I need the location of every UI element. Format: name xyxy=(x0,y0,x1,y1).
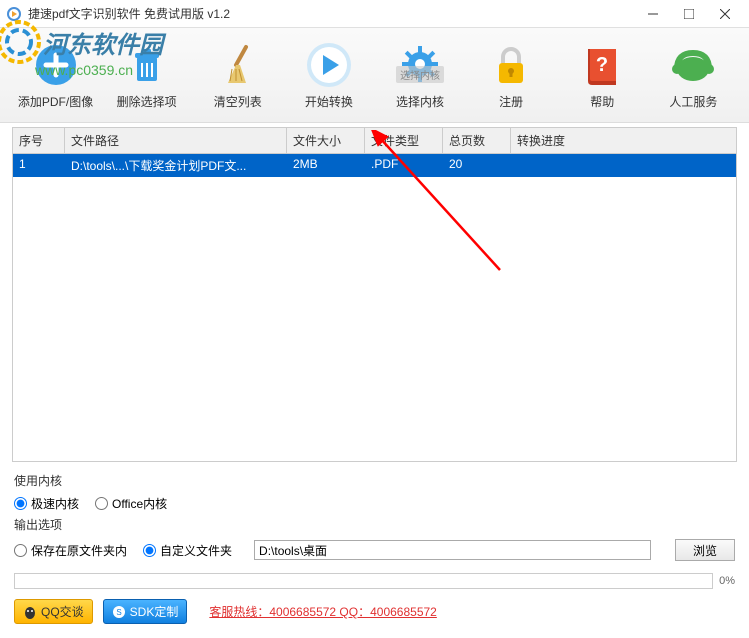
file-table: 序号 文件路径 文件大小 文件类型 总页数 转换进度 1 D:\tools\..… xyxy=(12,127,737,462)
hotline-text[interactable]: 客服热线：4006685572 QQ：4006685572 xyxy=(209,603,436,620)
select-kernel-button[interactable]: 选择内核 选择内核 xyxy=(375,40,465,110)
kernel-title: 使用内核 xyxy=(14,472,735,489)
th-size[interactable]: 文件大小 xyxy=(287,128,365,153)
output-same-radio[interactable]: 保存在原文件夹内 xyxy=(14,542,127,559)
qq-icon xyxy=(23,605,37,619)
progress-bar xyxy=(14,573,713,589)
svg-text:S: S xyxy=(116,608,121,617)
settings-area: 使用内核 极速内核 Office内核 输出选项 保存在原文件夹内 自定义文件夹 xyxy=(0,466,749,569)
bottom-bar: QQ交谈 S SDK定制 客服热线：4006685572 QQ：40066855… xyxy=(0,593,749,630)
window-title: 捷速pdf文字识别软件 免费试用版 v1.2 xyxy=(28,5,635,22)
kernel-office-radio[interactable]: Office内核 xyxy=(95,495,167,512)
output-path-input[interactable] xyxy=(254,540,651,560)
sdk-icon: S xyxy=(112,605,126,619)
th-type[interactable]: 文件类型 xyxy=(365,128,443,153)
th-index[interactable]: 序号 xyxy=(13,128,65,153)
progress-percent: 0% xyxy=(719,575,735,587)
help-button[interactable]: ? 帮助 xyxy=(557,41,647,110)
table-row[interactable]: 1 D:\tools\...\下载奖金计划PDF文... 2MB .PDF 20 xyxy=(13,154,736,177)
close-button[interactable] xyxy=(707,0,743,28)
lock-icon xyxy=(487,41,535,89)
sdk-button[interactable]: S SDK定制 xyxy=(103,599,188,624)
table-header: 序号 文件路径 文件大小 文件类型 总页数 转换进度 xyxy=(13,128,736,154)
start-convert-button[interactable]: 开始转换 xyxy=(284,41,374,110)
output-custom-radio[interactable]: 自定义文件夹 xyxy=(143,542,232,559)
browse-button[interactable]: 浏览 xyxy=(675,539,735,561)
th-progress[interactable]: 转换进度 xyxy=(511,128,736,153)
play-icon xyxy=(305,41,353,89)
svg-text:?: ? xyxy=(596,54,608,76)
titlebar: 捷速pdf文字识别软件 免费试用版 v1.2 xyxy=(0,0,749,28)
help-icon: ? xyxy=(578,41,626,89)
output-title: 输出选项 xyxy=(14,516,735,533)
trash-icon xyxy=(123,41,171,89)
delete-selected-button[interactable]: 删除选择项 xyxy=(102,41,192,110)
minimize-button[interactable] xyxy=(635,0,671,28)
th-pages[interactable]: 总页数 xyxy=(443,128,511,153)
add-pdf-button[interactable]: 添加PDF/图像 xyxy=(11,41,101,110)
phone-icon xyxy=(669,41,717,89)
qq-chat-button[interactable]: QQ交谈 xyxy=(14,599,93,624)
register-button[interactable]: 注册 xyxy=(466,41,556,110)
broom-icon xyxy=(214,41,262,89)
clear-list-button[interactable]: 清空列表 xyxy=(193,41,283,110)
maximize-button[interactable] xyxy=(671,0,707,28)
progress-row: 0% xyxy=(0,569,749,593)
toolbar: 添加PDF/图像 删除选择项 清空列表 开始转换 选择内核 选择内核 xyxy=(0,28,749,123)
support-button[interactable]: 人工服务 xyxy=(648,41,738,110)
app-icon xyxy=(6,6,22,22)
th-path[interactable]: 文件路径 xyxy=(65,128,287,153)
plus-icon xyxy=(32,41,80,89)
kernel-fast-radio[interactable]: 极速内核 xyxy=(14,495,79,512)
